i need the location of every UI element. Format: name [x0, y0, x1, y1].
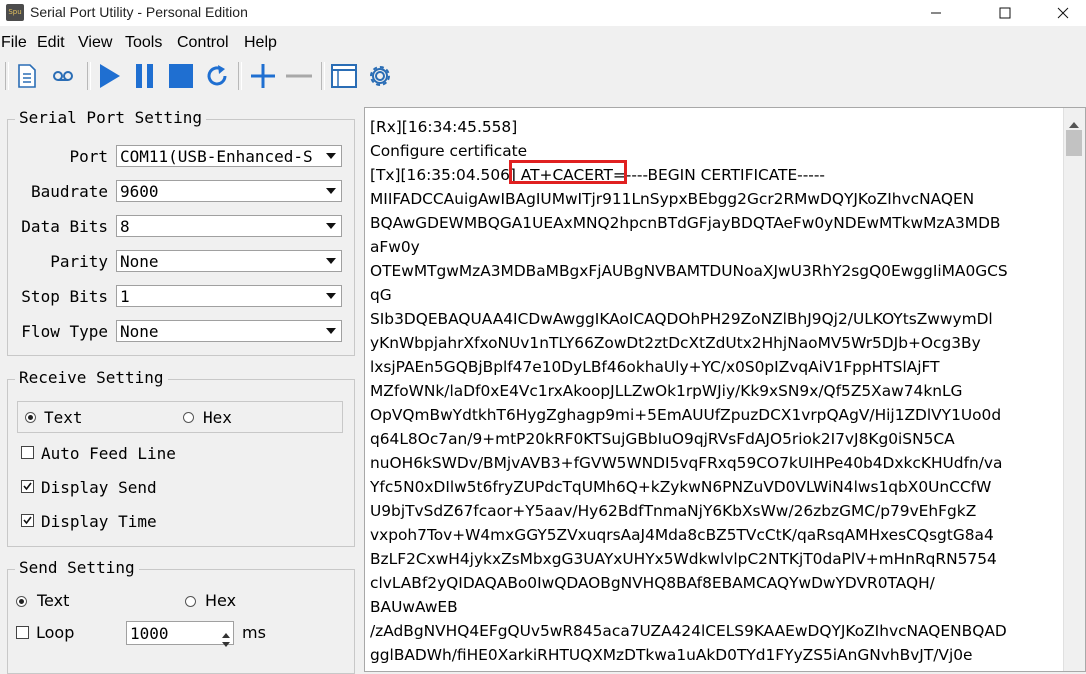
output-line: [Rx][16:34:45.558] — [370, 118, 518, 136]
output-line: BzLF2CxwH4jykxZsMbxgG3UAYxUHYx5WdkwlvlpC… — [370, 550, 997, 568]
chevron-down-icon — [326, 258, 336, 264]
loop-label: Loop — [36, 623, 75, 642]
databits-select[interactable]: 8 — [116, 215, 342, 237]
output-line: SIb3DQEBAQUAA4ICDwAwggIKAoICAQDOhPH29ZoN… — [370, 310, 993, 328]
output-line: [Tx][16:35:04.506] AT+CACERT=----BEGIN C… — [370, 166, 825, 184]
send-text-label: Text — [37, 591, 70, 610]
output-line: clvLABf2yQIDAQABo0IwQDAOBgNVHQ8BAf8EBAMC… — [370, 574, 935, 592]
highlight-box — [509, 160, 627, 184]
output-line: OTEwMTgwMzA3MDBaMBgxFjAUBgNVBAMTDUNoaXJw… — [370, 262, 1008, 280]
menu-file[interactable]: File — [1, 34, 27, 52]
close-icon — [1057, 7, 1069, 19]
output-line: Configure certificate — [370, 142, 528, 160]
auto-feed-checkbox[interactable] — [21, 446, 34, 459]
menu-edit[interactable]: Edit — [37, 34, 65, 52]
output-line: yKnWbpjahrXfxoNUv1nTLY66ZowDt2ztDcXtZdUt… — [370, 334, 981, 352]
parity-label: Parity — [50, 252, 108, 271]
output-line: qG — [370, 286, 392, 304]
display-time-label: Display Time — [41, 512, 157, 531]
baudrate-select[interactable]: 9600 — [116, 180, 342, 202]
output-line: lxsjPAEn5GQBjBplf47e10DyLBf46okhaUly+YC/… — [370, 358, 940, 376]
output-line: Yfc5N0xDIlw5t6fryZUPdcTqUMh6Q+kZykwN6PNZ… — [370, 478, 992, 496]
port-select[interactable]: COM11(USB-Enhanced-S — [116, 145, 342, 167]
port-label: Port — [69, 147, 108, 166]
spin-down-icon[interactable] — [221, 634, 231, 653]
output-line: MZfoWNk/laDf0xE4Vc1rxAkoopJLLZwOk1rpWJiy… — [370, 382, 963, 400]
display-send-label: Display Send — [41, 478, 157, 497]
loop-checkbox[interactable] — [16, 626, 29, 639]
title-bar: Spu Serial Port Utility - Personal Editi… — [0, 0, 1086, 26]
baudrate-label: Baudrate — [30, 182, 108, 201]
interval-value: 1000 — [130, 624, 169, 643]
databits-label: Data Bits — [21, 217, 108, 236]
menu-help[interactable]: Help — [244, 34, 277, 52]
output-line: MIIFADCCAuigAwIBAgIUMwITjr911LnSypxBEbgg… — [370, 190, 975, 208]
output-line: nuOH6kSWDv/BMjvAVB3+fGVW5WNDI5vqFRxq59CO… — [370, 454, 1003, 472]
check-icon — [23, 482, 32, 491]
chevron-down-icon — [326, 293, 336, 299]
check-icon — [23, 516, 32, 525]
output-line: BQAwGDEWMBQGA1UEAxMNQ2hpcnBTdGFjayBDQTAe… — [370, 214, 1001, 232]
scroll-thumb[interactable] — [1066, 130, 1082, 156]
menu-view[interactable]: View — [78, 34, 112, 52]
settings-panel: Serial Port Setting Port COM11(USB-Enhan… — [0, 101, 362, 674]
flowtype-label: Flow Type — [21, 322, 108, 341]
stopbits-select[interactable]: 1 — [116, 285, 342, 307]
send-hex-radio[interactable] — [185, 596, 196, 607]
play-icon[interactable] — [94, 60, 124, 92]
stop-icon[interactable] — [166, 60, 196, 92]
menu-control[interactable]: Control — [177, 34, 229, 52]
chevron-down-icon — [326, 223, 336, 229]
interval-spinbox[interactable]: 1000 — [126, 621, 234, 647]
toolbar — [0, 56, 1086, 96]
receive-hex-radio[interactable] — [183, 412, 194, 423]
send-title: Send Setting — [15, 558, 139, 577]
output-line: /zAdBgNVHQ4EFgQUv5wR845aca7UZA424lCELS9K… — [370, 622, 1007, 640]
output-line: gglBADWh/fiHE0XarkiRHTUQXMzDTkwa1uAkD0TY… — [370, 646, 973, 664]
menu-tools[interactable]: Tools — [125, 34, 162, 52]
window-icon[interactable] — [329, 60, 359, 92]
output-line: q64L8Oc7an/9+mtP20kRF0KTSujGBbIuO9qjRVsF… — [370, 430, 955, 448]
pause-icon[interactable] — [130, 60, 160, 92]
output-line: U9bjTvSdZ67fcaor+Y5aav/Hy62BdfTnmaNjY6Kb… — [370, 502, 977, 520]
vertical-scrollbar[interactable] — [1063, 108, 1085, 671]
menu-bar: File Edit View Tools Control Help — [0, 31, 1086, 53]
auto-feed-label: Auto Feed Line — [41, 444, 176, 463]
stopbits-label: Stop Bits — [21, 287, 108, 306]
maximize-icon — [999, 7, 1011, 19]
minimize-icon — [931, 12, 941, 14]
interval-unit: ms — [242, 623, 266, 642]
output-line: vxpoh7Tov+W4mxGGY5ZVxuqrsAaJ4Mda8cBZ5TVc… — [370, 526, 994, 544]
send-hex-label: Hex — [205, 591, 237, 610]
serial-port-title: Serial Port Setting — [15, 108, 207, 127]
output-line: OpVQmBwYdtkhT6HygZghagp9mi+5EmAUUfZpuzDC… — [370, 406, 1002, 424]
output-line: aFw0y — [370, 238, 420, 256]
parity-select[interactable]: None — [116, 250, 342, 272]
send-text-radio[interactable] — [16, 596, 27, 607]
refresh-icon[interactable] — [202, 60, 232, 92]
receive-hex-label: Hex — [203, 408, 232, 427]
receive-text-radio[interactable] — [25, 412, 36, 423]
settings-gear-icon[interactable] — [365, 60, 395, 92]
cassette-icon[interactable] — [48, 60, 78, 92]
output-textarea[interactable]: [Rx][16:34:45.558] Configure certificate [… — [364, 107, 1086, 672]
output-lines: [Rx][16:34:45.558] Configure certificate [… — [370, 115, 1060, 667]
display-send-checkbox[interactable] — [21, 480, 34, 493]
receive-title: Receive Setting — [15, 368, 168, 387]
minimize-button[interactable] — [913, 0, 959, 26]
remove-icon[interactable] — [284, 60, 314, 92]
receive-text-label: Text — [44, 408, 83, 427]
close-button[interactable] — [1040, 0, 1086, 26]
display-time-checkbox[interactable] — [21, 514, 34, 527]
chevron-down-icon — [326, 328, 336, 334]
flowtype-select[interactable]: None — [116, 320, 342, 342]
maximize-button[interactable] — [982, 0, 1028, 26]
chevron-down-icon — [326, 188, 336, 194]
window-title: Serial Port Utility - Personal Edition — [30, 4, 248, 20]
app-icon: Spu — [6, 4, 24, 21]
document-icon[interactable] — [12, 60, 42, 92]
add-icon[interactable] — [248, 60, 278, 92]
output-line: BAUwAwEB — [370, 598, 458, 616]
chevron-down-icon — [326, 153, 336, 159]
